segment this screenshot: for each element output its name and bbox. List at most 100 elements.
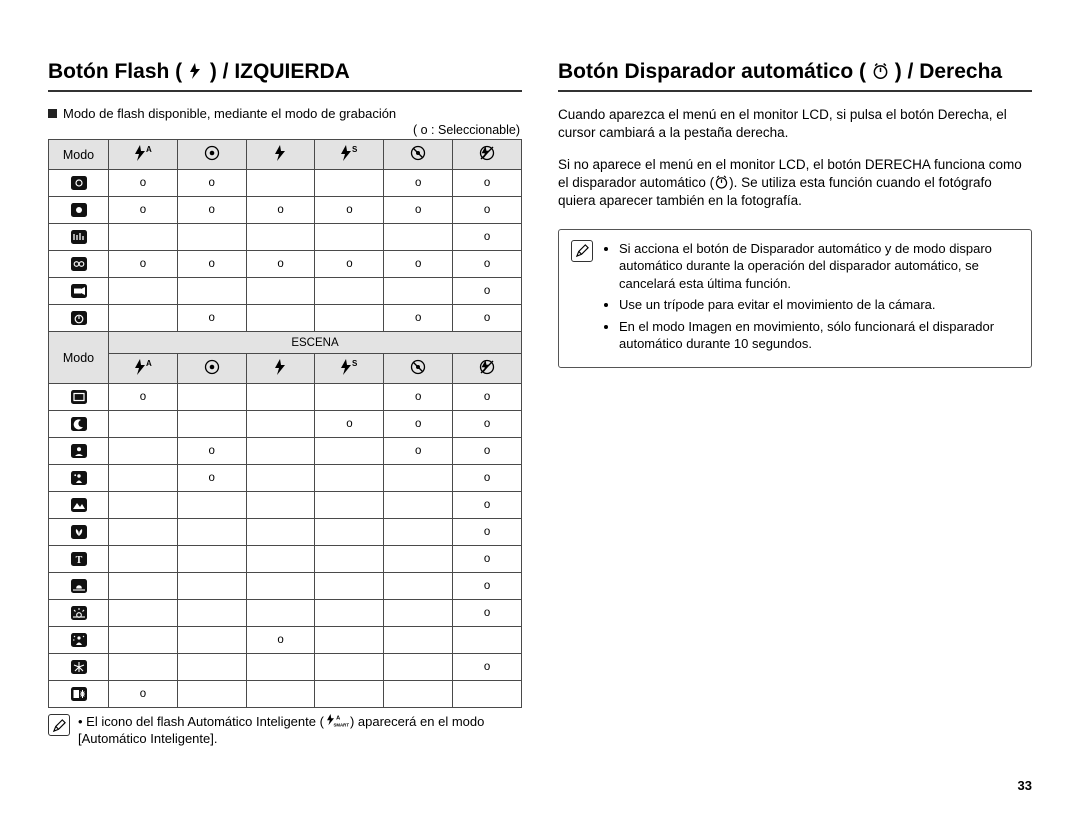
cell [177,681,246,708]
cell [384,278,453,305]
cell [177,411,246,438]
cell [109,438,178,465]
table-row: ooo [49,438,522,465]
dawn-icon [49,600,109,627]
cell [109,573,178,600]
cell [453,681,522,708]
cell [246,465,315,492]
cell [177,519,246,546]
col-no-flash-icon [453,140,522,170]
cell [315,546,384,573]
cell: o [177,251,246,278]
col-redeye-fix-icon [384,354,453,384]
closeup-icon [49,519,109,546]
cell [109,492,178,519]
cell [109,600,178,627]
cell [109,654,178,681]
cell: o [315,411,384,438]
cell [315,573,384,600]
col-redeye-icon [177,354,246,384]
col-redeye-fix-icon [384,140,453,170]
note-item: En el modo Imagen en movimiento, sólo fu… [619,318,1019,353]
firework-icon [49,654,109,681]
cell: o [384,197,453,224]
self-timer-icon [872,62,889,86]
col-flash-icon [246,354,315,384]
backlight-icon [49,627,109,654]
cell [315,224,384,251]
cell [177,384,246,411]
right-para-2: Si no aparece el menú en el monitor LCD,… [558,156,1032,211]
cell: o [453,411,522,438]
cell [109,305,178,332]
cell [246,519,315,546]
cell [109,411,178,438]
cell: o [315,197,384,224]
cell [177,278,246,305]
cell: o [109,251,178,278]
cell: o [453,492,522,519]
cell [453,627,522,654]
modo-header: Modo [49,140,109,170]
heading-text: ) / Derecha [895,60,1002,83]
cell [246,681,315,708]
note-item: Si acciona el botón de Disparador automá… [619,240,1019,293]
cell: o [177,465,246,492]
cell: o [177,170,246,197]
cell [246,492,315,519]
escena-header: ESCENA [109,332,522,354]
cell: o [453,546,522,573]
cell [246,546,315,573]
table-row: o [49,519,522,546]
cell [384,519,453,546]
cell [315,627,384,654]
table-row: o [49,278,522,305]
intro-line: Modo de flash disponible, mediante el mo… [48,106,522,121]
text-icon [49,546,109,573]
table-row: o [49,492,522,519]
cell [315,600,384,627]
cell: o [246,251,315,278]
cell [177,600,246,627]
col-flash-slow-icon [315,354,384,384]
cell [109,627,178,654]
table-row: o [49,224,522,251]
cell [177,546,246,573]
movie-icon [49,278,109,305]
cell [315,384,384,411]
sunset-icon [49,573,109,600]
left-footnote: • El icono del flash Automático Intelige… [48,714,522,748]
cell: o [384,411,453,438]
table-row: oooooo [49,251,522,278]
col-flash-icon [246,140,315,170]
cell [177,224,246,251]
cell: o [246,197,315,224]
table-row: oooo [49,170,522,197]
modo-header-2: Modo [49,332,109,384]
table-row: o [49,573,522,600]
heading-text: Botón Flash ( [48,60,182,83]
page-number: 33 [1018,778,1032,793]
cell [177,627,246,654]
camera-g-icon [49,251,109,278]
cell [109,465,178,492]
cell: o [109,197,178,224]
right-heading: Botón Disparador automático ( ) / Derech… [558,60,1032,92]
cell [109,224,178,251]
cell [246,600,315,627]
table-row: oo [49,465,522,492]
col-flash-auto-icon [109,140,178,170]
col-flash-auto-icon [109,354,178,384]
left-heading: Botón Flash ( ) / IZQUIERDA [48,60,522,92]
cell: o [453,170,522,197]
cell: o [453,384,522,411]
cell [177,492,246,519]
heading-text: ) / IZQUIERDA [210,60,350,83]
flash-icon [188,62,204,86]
cell: o [384,438,453,465]
cell: o [453,224,522,251]
cell [315,438,384,465]
cell: o [384,305,453,332]
cell: o [453,573,522,600]
cell [384,654,453,681]
